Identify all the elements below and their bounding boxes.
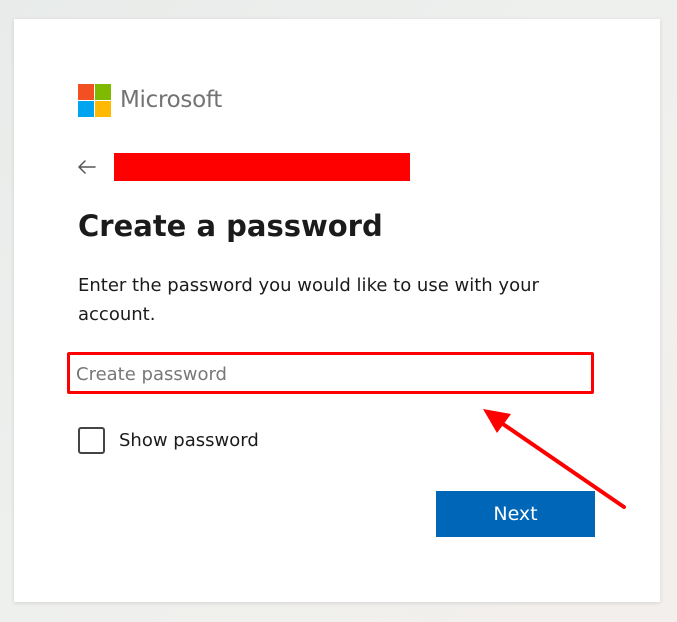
microsoft-logo-icon <box>78 83 111 117</box>
show-password-checkbox[interactable] <box>78 426 105 454</box>
next-button[interactable]: Next <box>436 491 595 537</box>
show-password-row: Show password <box>78 425 259 455</box>
show-password-label[interactable]: Show password <box>119 430 259 451</box>
signin-card: Microsoft Create a password Enter the pa… <box>14 19 660 602</box>
arrow-left-icon[interactable] <box>78 155 104 179</box>
page-description: Enter the password you would like to use… <box>78 275 539 325</box>
redacted-email <box>114 153 410 181</box>
brand: Microsoft <box>78 82 222 118</box>
brand-name: Microsoft <box>120 87 222 113</box>
password-input[interactable] <box>76 358 588 390</box>
page-title: Create a password <box>78 209 383 243</box>
identity-banner <box>78 153 410 181</box>
